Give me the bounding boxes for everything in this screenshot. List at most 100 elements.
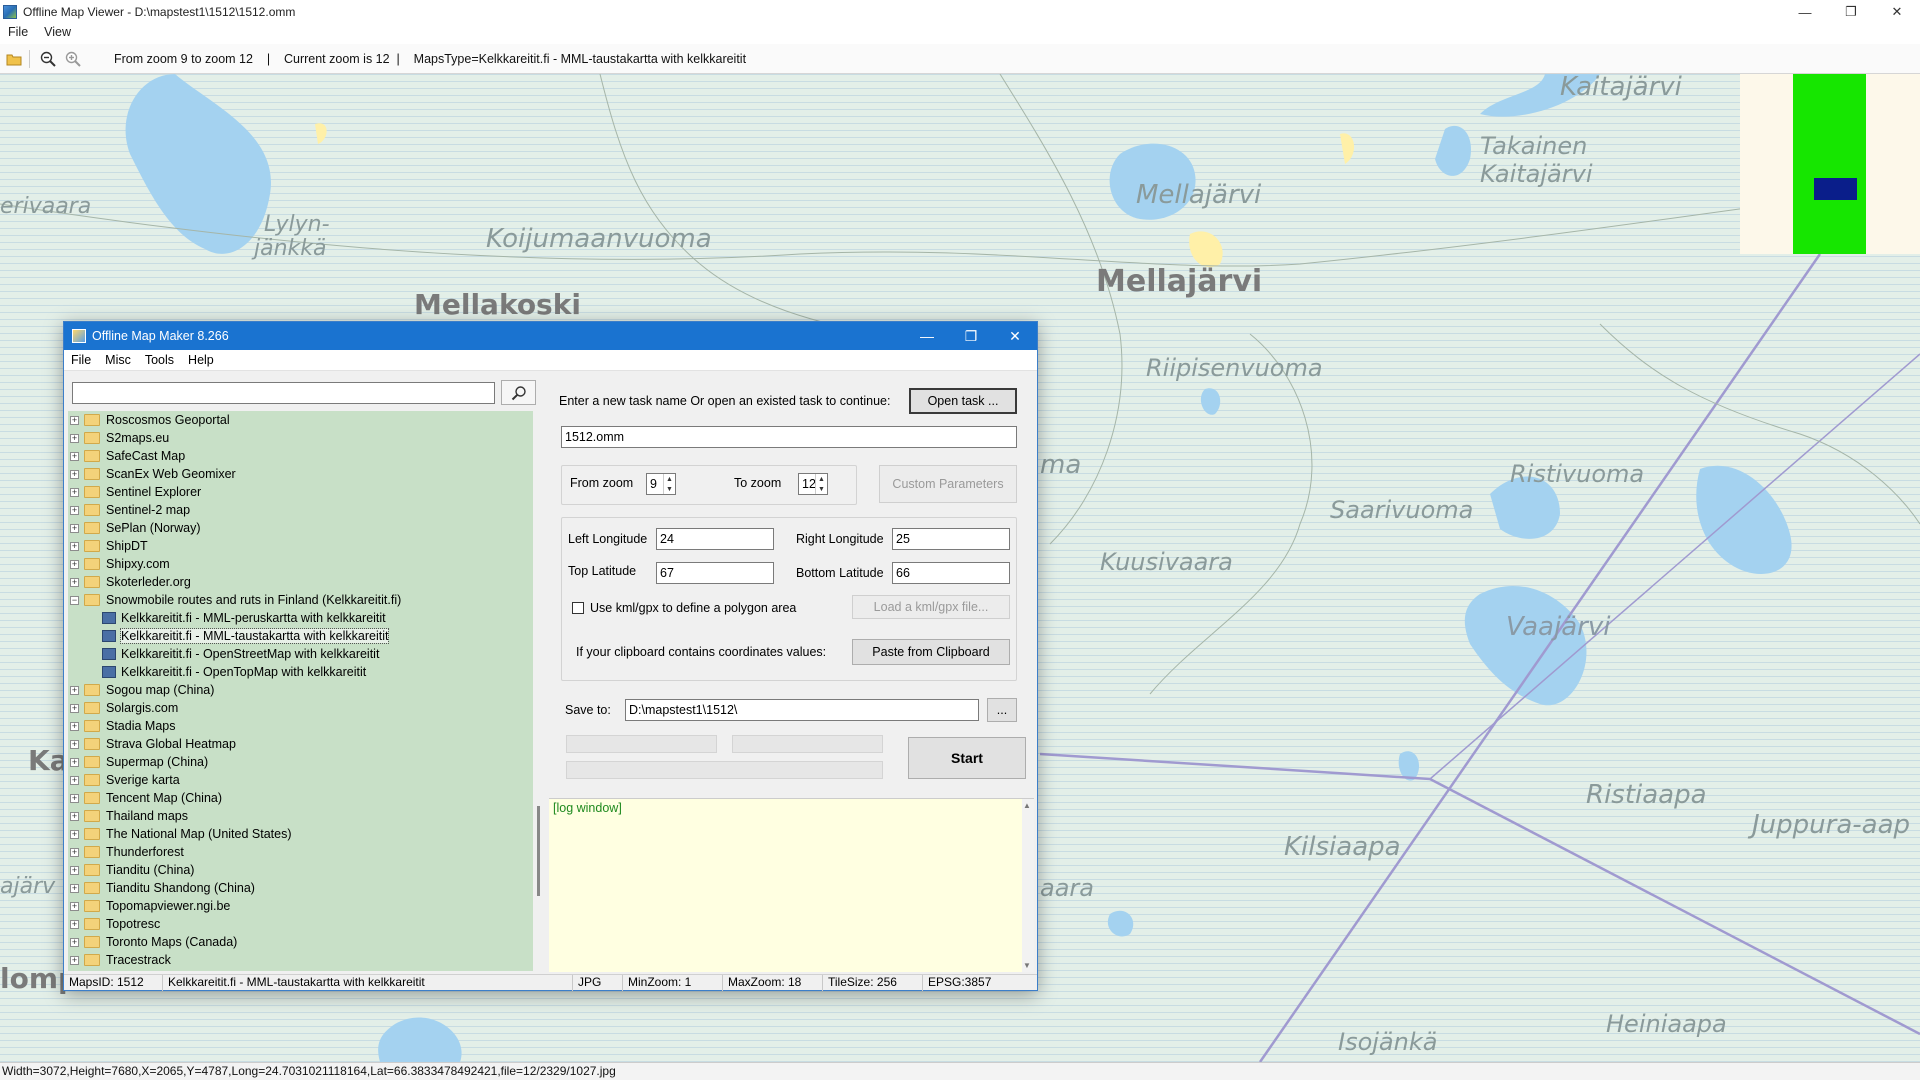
bottom-latitude-input[interactable]: 66 — [892, 562, 1010, 584]
task-name-input[interactable]: 1512.omm — [561, 426, 1017, 448]
overview-minimap[interactable] — [1740, 74, 1920, 254]
dialog-maximize-button[interactable]: ❐ — [949, 322, 993, 350]
tree-folder-item[interactable]: + S2maps.eu — [68, 429, 533, 447]
expand-icon[interactable]: + — [70, 793, 79, 803]
overview-view-rectangle[interactable] — [1814, 178, 1857, 200]
from-zoom-spinner[interactable]: 9 ▲ ▼ — [646, 473, 676, 495]
tree-folder-item[interactable]: + Tracestrack — [68, 951, 533, 969]
dialog-minimize-button[interactable]: — — [905, 322, 949, 350]
expand-icon[interactable]: + — [70, 721, 79, 731]
tree-folder-item[interactable]: + Thunderforest — [68, 843, 533, 861]
menu-file[interactable]: File — [0, 25, 36, 39]
minimize-button[interactable]: — — [1782, 0, 1828, 24]
tree-folder-item[interactable]: + Roscosmos Geoportal — [68, 411, 533, 429]
tree-folder-item[interactable]: + Toronto Maps (Canada) — [68, 933, 533, 951]
expand-icon[interactable]: + — [70, 523, 79, 533]
tree-folder-item[interactable]: + Sentinel-2 map — [68, 501, 533, 519]
collapse-icon[interactable]: − — [70, 595, 79, 605]
tree-folder-item[interactable]: + Strava Global Heatmap — [68, 735, 533, 753]
tree-folder-item[interactable]: + Sverige karta — [68, 771, 533, 789]
expand-icon[interactable]: + — [70, 829, 79, 839]
scroll-up-icon[interactable]: ▲ — [1023, 801, 1031, 810]
tree-folder-item[interactable]: + SafeCast Map — [68, 447, 533, 465]
start-button[interactable]: Start — [908, 737, 1026, 779]
to-zoom-spinner[interactable]: 12 ▲ ▼ — [798, 473, 828, 495]
left-longitude-input[interactable]: 24 — [656, 528, 774, 550]
log-window[interactable]: [log window] ▲ ▼ — [549, 798, 1034, 972]
expand-icon[interactable]: + — [70, 937, 79, 947]
tree-folder-item[interactable]: + Tencent Map (China) — [68, 789, 533, 807]
tree-folder-item[interactable]: + Sogou map (China) — [68, 681, 533, 699]
use-kml-checkbox[interactable] — [572, 602, 584, 614]
save-to-input[interactable]: D:\mapstest1\1512\ — [625, 699, 979, 721]
open-folder-icon[interactable] — [3, 48, 25, 70]
tree-folder-item[interactable]: + ScanEx Web Geomixer — [68, 465, 533, 483]
tree-folder-item[interactable]: + SePlan (Norway) — [68, 519, 533, 537]
menu-file[interactable]: File — [64, 353, 98, 367]
expand-icon[interactable]: + — [70, 685, 79, 695]
browse-folder-button[interactable]: ... — [987, 698, 1017, 722]
expand-icon[interactable]: + — [70, 487, 79, 497]
tree-map-item[interactable]: Kelkkareitit.fi - OpenTopMap with kelkka… — [68, 663, 533, 681]
menu-tools[interactable]: Tools — [138, 353, 181, 367]
tree-scroll-thumb[interactable] — [537, 806, 540, 896]
expand-icon[interactable]: + — [70, 451, 79, 461]
dialog-titlebar[interactable]: Offline Map Maker 8.266 — ❐ ✕ — [64, 322, 1037, 350]
tree-folder-item[interactable]: + ShipDT — [68, 537, 533, 555]
maps-search-input[interactable] — [72, 382, 495, 404]
scroll-down-icon[interactable]: ▼ — [1023, 961, 1031, 970]
zoom-in-icon[interactable] — [62, 48, 84, 70]
tree-folder-item[interactable]: − Snowmobile routes and ruts in Finland (… — [68, 591, 533, 609]
tree-folder-item[interactable]: + Solargis.com — [68, 699, 533, 717]
expand-icon[interactable]: + — [70, 757, 79, 767]
tree-folder-item[interactable]: + Supermap (China) — [68, 753, 533, 771]
open-task-button[interactable]: Open task ... — [909, 388, 1017, 414]
tree-map-item[interactable]: Kelkkareitit.fi - OpenStreetMap with kel… — [68, 645, 533, 663]
tree-folder-item[interactable]: + Thailand maps — [68, 807, 533, 825]
zoom-out-icon[interactable] — [37, 48, 59, 70]
tree-folder-item[interactable]: + Shipxy.com — [68, 555, 533, 573]
expand-icon[interactable]: + — [70, 559, 79, 569]
expand-icon[interactable]: + — [70, 577, 79, 587]
expand-icon[interactable]: + — [70, 865, 79, 875]
expand-icon[interactable]: + — [70, 811, 79, 821]
expand-icon[interactable]: + — [70, 883, 79, 893]
tree-folder-item[interactable]: + Topomapviewer.ngi.be — [68, 897, 533, 915]
tree-folder-item[interactable]: + Topotresc — [68, 915, 533, 933]
tree-folder-item[interactable]: + Stadia Maps — [68, 717, 533, 735]
paste-from-clipboard-button[interactable]: Paste from Clipboard — [852, 639, 1010, 665]
tree-folder-item[interactable]: + Tianditu (China) — [68, 861, 533, 879]
dialog-close-button[interactable]: ✕ — [993, 322, 1037, 350]
expand-icon[interactable]: + — [70, 505, 79, 515]
expand-icon[interactable]: + — [70, 541, 79, 551]
custom-parameters-button[interactable]: Custom Parameters — [879, 465, 1017, 503]
menu-help[interactable]: Help — [181, 353, 221, 367]
expand-icon[interactable]: + — [70, 847, 79, 857]
expand-icon[interactable]: + — [70, 901, 79, 911]
tree-folder-item[interactable]: + Skoterleder.org — [68, 573, 533, 591]
expand-icon[interactable]: + — [70, 433, 79, 443]
expand-icon[interactable]: + — [70, 415, 79, 425]
maps-tree[interactable]: + Roscosmos Geoportal + S2maps.eu + SafeCast … — [68, 411, 533, 971]
expand-icon[interactable]: + — [70, 703, 79, 713]
right-longitude-input[interactable]: 25 — [892, 528, 1010, 550]
expand-icon[interactable]: + — [70, 955, 79, 965]
expand-icon[interactable]: + — [70, 919, 79, 929]
maximize-button[interactable]: ❐ — [1828, 0, 1874, 24]
menu-view[interactable]: View — [36, 25, 79, 39]
load-kml-button[interactable]: Load a kml/gpx file... — [852, 595, 1010, 619]
tree-folder-item[interactable]: + Sentinel Explorer — [68, 483, 533, 501]
tree-scrollbar[interactable] — [534, 411, 544, 971]
spinner-arrows-icon[interactable]: ▲ ▼ — [815, 474, 827, 494]
close-button[interactable]: ✕ — [1874, 0, 1920, 24]
tree-map-item[interactable]: Kelkkareitit.fi - MML-taustakartta with … — [68, 627, 533, 645]
search-button[interactable] — [501, 380, 536, 405]
tree-map-item[interactable]: Kelkkareitit.fi - MML-peruskartta with k… — [68, 609, 533, 627]
tree-folder-item[interactable]: + Tianditu Shandong (China) — [68, 879, 533, 897]
menu-misc[interactable]: Misc — [98, 353, 138, 367]
expand-icon[interactable]: + — [70, 469, 79, 479]
expand-icon[interactable]: + — [70, 775, 79, 785]
log-scrollbar[interactable]: ▲ ▼ — [1022, 799, 1034, 972]
expand-icon[interactable]: + — [70, 739, 79, 749]
tree-folder-item[interactable]: + The National Map (United States) — [68, 825, 533, 843]
